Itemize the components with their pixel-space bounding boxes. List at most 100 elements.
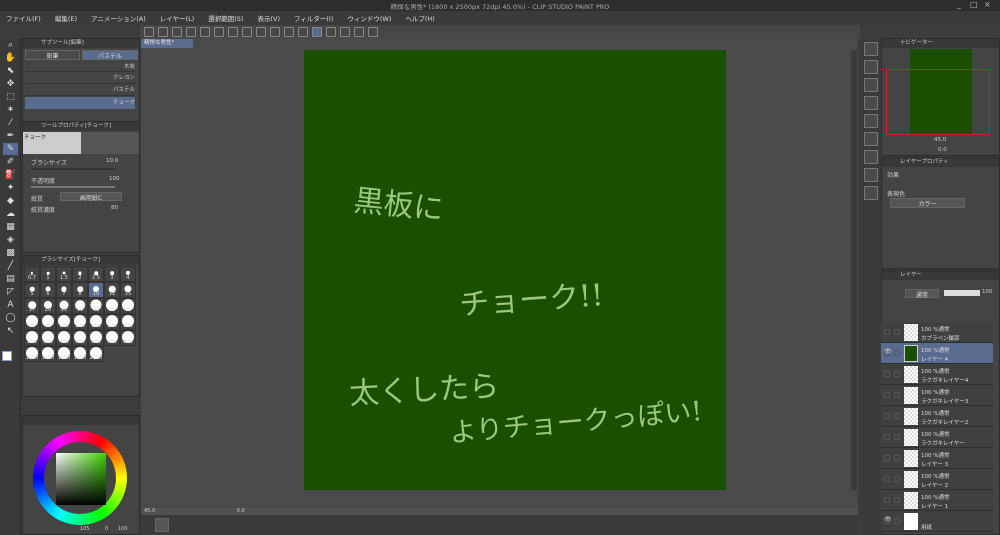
brush-size-2[interactable]: 2 bbox=[72, 266, 88, 282]
brush-size-20[interactable]: 20 bbox=[40, 298, 56, 314]
pen-icon[interactable] bbox=[340, 26, 350, 37]
visibility-toggle[interactable] bbox=[884, 413, 890, 419]
brush-size-400[interactable]: 400 bbox=[56, 330, 72, 346]
undo-icon[interactable] bbox=[200, 26, 210, 37]
brush-size-1200[interactable]: 1200 bbox=[40, 346, 56, 362]
brush-size-6[interactable]: 6 bbox=[40, 282, 56, 298]
figure-tool-icon[interactable]: ╱ bbox=[3, 260, 18, 272]
clear-selection-icon[interactable] bbox=[228, 26, 238, 37]
navigator-angle[interactable]: 0.0 bbox=[938, 147, 947, 153]
brush-size-700[interactable]: 700 bbox=[104, 330, 120, 346]
brush-size-25[interactable]: 25 bbox=[56, 298, 72, 314]
paper-texture-select[interactable]: 画用紙C bbox=[60, 192, 122, 202]
saturation-value-square[interactable] bbox=[56, 453, 106, 505]
visibility-toggle[interactable] bbox=[884, 434, 890, 440]
brush-size-40[interactable]: 40 bbox=[88, 298, 104, 314]
tab-pencil[interactable]: 鉛筆 bbox=[25, 50, 80, 60]
eraser-tool-icon[interactable]: ◆ bbox=[3, 195, 18, 207]
text-tool-icon[interactable]: A bbox=[3, 299, 18, 311]
hand-tool-icon[interactable]: ✋ bbox=[3, 52, 18, 64]
lock-toggle[interactable] bbox=[894, 413, 900, 419]
lock-toggle[interactable] bbox=[894, 434, 900, 440]
layer-row[interactable]: 👁 100 %通常 レイヤー 4 bbox=[881, 343, 993, 364]
lock-toggle[interactable] bbox=[894, 497, 900, 503]
material-icon-6[interactable] bbox=[864, 150, 878, 164]
balloon-tool-icon[interactable]: ◯ bbox=[3, 312, 18, 324]
navigator-icon[interactable] bbox=[864, 42, 878, 56]
brush-size-80[interactable]: 80 bbox=[40, 314, 56, 330]
selection-tool-icon[interactable]: ⬚ bbox=[3, 91, 18, 103]
visibility-toggle[interactable] bbox=[884, 455, 890, 461]
object-tool-icon[interactable]: ⬉ bbox=[3, 65, 18, 77]
status-angle[interactable]: 0.0 bbox=[237, 508, 245, 514]
brush-size-50[interactable]: 50 bbox=[104, 298, 120, 314]
material-icon-3[interactable] bbox=[864, 96, 878, 110]
brush-size-3[interactable]: 3 bbox=[104, 266, 120, 282]
frame-tool-icon[interactable]: ▤ bbox=[3, 273, 18, 285]
clip-studio-icon[interactable] bbox=[144, 26, 154, 37]
brush-size-value[interactable]: 10.0 bbox=[106, 158, 118, 164]
pencil-tool-icon[interactable]: ✎ bbox=[3, 143, 18, 155]
brush-size-30[interactable]: 30 bbox=[72, 298, 88, 314]
brush-size-7[interactable]: 7 bbox=[56, 282, 72, 298]
timeline-icon[interactable] bbox=[155, 518, 169, 532]
vertical-scrollbar[interactable] bbox=[851, 50, 857, 490]
brush-size-300[interactable]: 300 bbox=[40, 330, 56, 346]
lock-toggle[interactable] bbox=[894, 455, 900, 461]
material-icon[interactable] bbox=[864, 60, 878, 74]
menu-edit[interactable]: 編集(E) bbox=[55, 13, 77, 23]
blend-tool-icon[interactable]: ☁ bbox=[3, 208, 18, 220]
brush-size-2.5[interactable]: 2.5 bbox=[88, 266, 104, 282]
new-file-icon[interactable] bbox=[158, 26, 168, 37]
eyedropper-icon[interactable]: ⁄ bbox=[3, 117, 18, 129]
paper-density-value[interactable]: 80 bbox=[111, 205, 118, 211]
brush-size-4[interactable]: 4 bbox=[120, 266, 136, 282]
brush-size-12[interactable]: 12 bbox=[104, 282, 120, 298]
eye-icon[interactable]: 👁 bbox=[884, 516, 892, 524]
snap-grid-icon[interactable] bbox=[298, 26, 308, 37]
correct-line-tool-icon[interactable]: ↖ bbox=[3, 325, 18, 337]
brush-size-1500[interactable]: 1500 bbox=[56, 346, 72, 362]
navigator-viewport[interactable] bbox=[886, 69, 990, 135]
tab-pastel[interactable]: パステル bbox=[82, 50, 138, 60]
stabilization-icon[interactable] bbox=[312, 26, 322, 37]
menu-help[interactable]: ヘルプ(H) bbox=[405, 13, 434, 23]
opacity-slider[interactable] bbox=[31, 186, 115, 188]
brush-size-70[interactable]: 70 bbox=[24, 314, 40, 330]
brush-size-17[interactable]: 17 bbox=[24, 298, 40, 314]
expression-color-select[interactable]: カラー bbox=[890, 198, 965, 208]
zoom-tool-icon[interactable]: ⌕ bbox=[3, 39, 18, 51]
save-icon[interactable] bbox=[186, 26, 196, 37]
fill-icon[interactable] bbox=[242, 26, 252, 37]
material-icon-7[interactable] bbox=[864, 168, 878, 182]
grid-tool-icon[interactable]: ▦ bbox=[3, 221, 18, 233]
opacity-value[interactable]: 100 bbox=[109, 176, 120, 182]
brush-size-1700[interactable]: 1700 bbox=[72, 346, 88, 362]
lock-toggle[interactable] bbox=[894, 518, 900, 524]
brush-item-crayon[interactable]: クレヨン bbox=[25, 73, 135, 84]
layer-row[interactable]: 100 %通常 レイヤー 1 bbox=[881, 490, 993, 511]
brush-size-10[interactable]: 10 bbox=[88, 282, 104, 298]
lock-toggle[interactable] bbox=[894, 329, 900, 335]
help-icon[interactable] bbox=[368, 26, 378, 37]
menu-selection[interactable]: 選択範囲(S) bbox=[208, 13, 243, 23]
brush-size-800[interactable]: 800 bbox=[120, 330, 136, 346]
layer-row[interactable]: 100 %通常 レイヤー 2 bbox=[881, 469, 993, 490]
move-tool-icon[interactable]: ✥ bbox=[3, 78, 18, 90]
layer-opacity-value[interactable]: 100 bbox=[982, 289, 993, 295]
brush-tool-icon[interactable]: ✐ bbox=[3, 156, 18, 168]
layer-row[interactable]: 100 %通常 レイヤー 3 bbox=[881, 448, 993, 469]
menu-layer[interactable]: レイヤー(L) bbox=[160, 13, 195, 23]
lock-toggle[interactable] bbox=[894, 476, 900, 482]
layer-row[interactable]: 👁 用紙 bbox=[881, 511, 993, 532]
brush-size-170[interactable]: 170 bbox=[104, 314, 120, 330]
eye-icon[interactable]: 👁 bbox=[884, 348, 892, 356]
gradient-tool-icon[interactable]: ▩ bbox=[3, 247, 18, 259]
layer-row[interactable]: 100 %通常 カブラペン輪郭 bbox=[881, 322, 993, 343]
brush-size-slider[interactable] bbox=[31, 168, 115, 170]
lock-toggle[interactable] bbox=[894, 371, 900, 377]
fill-tool-icon[interactable]: ◈ bbox=[3, 234, 18, 246]
brush-size-1000[interactable]: 1000 bbox=[24, 346, 40, 362]
brush-icon[interactable] bbox=[326, 26, 336, 37]
layer-row[interactable]: 100 %通常 ラクガキレイヤー bbox=[881, 427, 993, 448]
